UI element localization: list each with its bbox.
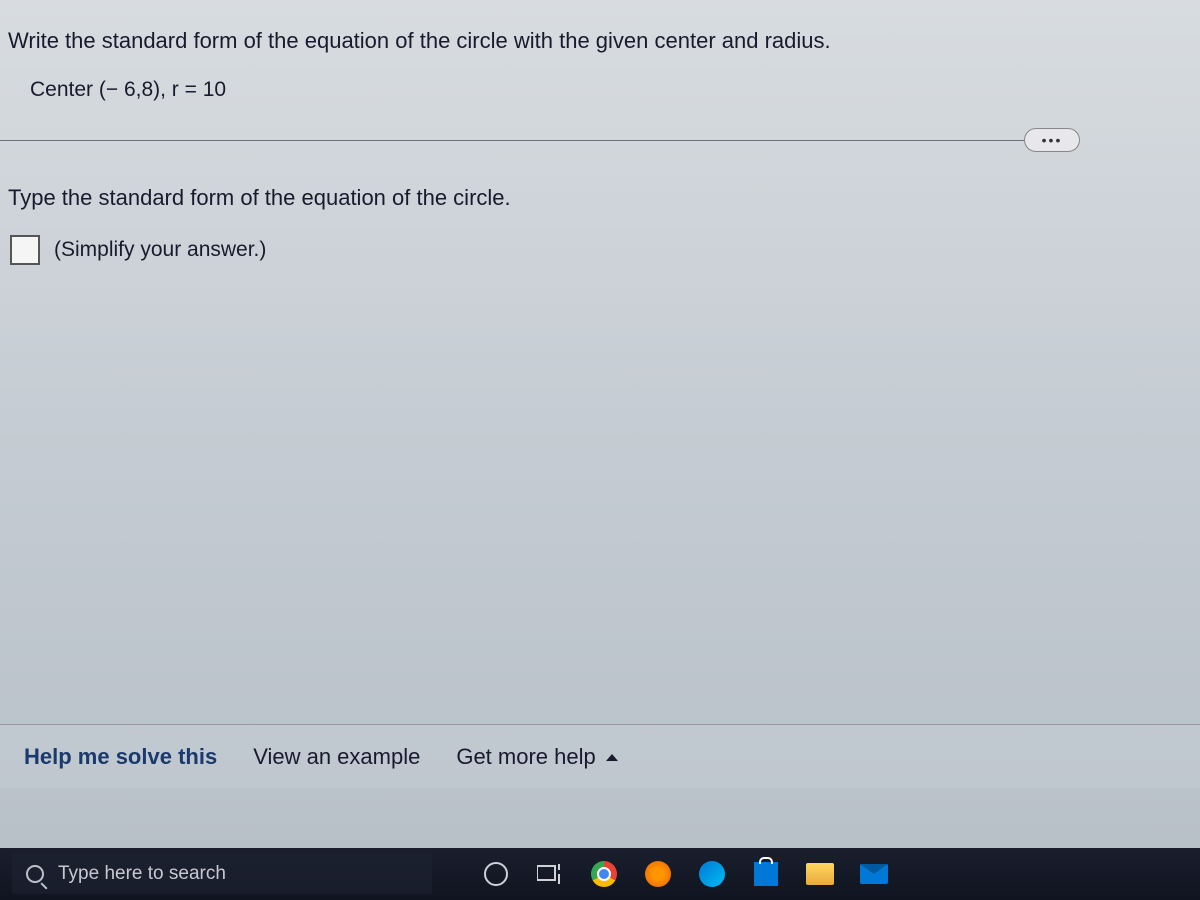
firefox-icon[interactable] [642,858,674,890]
view-example-link[interactable]: View an example [253,744,420,770]
taskbar-icons-group [480,858,890,890]
get-more-help-link[interactable]: Get more help [456,744,618,770]
windows-taskbar: Type here to search [0,848,1200,900]
question-panel: Write the standard form of the equation … [0,0,1200,848]
taskbar-search[interactable]: Type here to search [12,854,432,894]
get-more-help-label: Get more help [456,744,595,769]
answer-input[interactable] [10,235,40,265]
answer-row: (Simplify your answer.) [0,219,1200,273]
edge-icon[interactable] [696,858,728,890]
task-view-icon[interactable] [534,858,566,890]
mail-icon[interactable] [858,858,890,890]
problem-statement: Write the standard form of the equation … [0,0,1200,62]
help-toolbar: Help me solve this View an example Get m… [0,724,1200,788]
search-icon [26,865,44,883]
problem-details: Center (− 6,8), r = 10 [0,62,1200,126]
instruction-text: Type the standard form of the equation o… [0,141,1200,219]
cortana-icon[interactable] [480,858,512,890]
section-divider: ••• [0,140,1200,141]
help-solve-link[interactable]: Help me solve this [24,744,217,770]
answer-hint: (Simplify your answer.) [54,238,266,262]
caret-up-icon [606,754,618,761]
store-icon[interactable] [750,858,782,890]
more-options-badge[interactable]: ••• [1024,128,1080,152]
file-explorer-icon[interactable] [804,858,836,890]
chrome-icon[interactable] [588,858,620,890]
search-placeholder: Type here to search [58,863,226,885]
